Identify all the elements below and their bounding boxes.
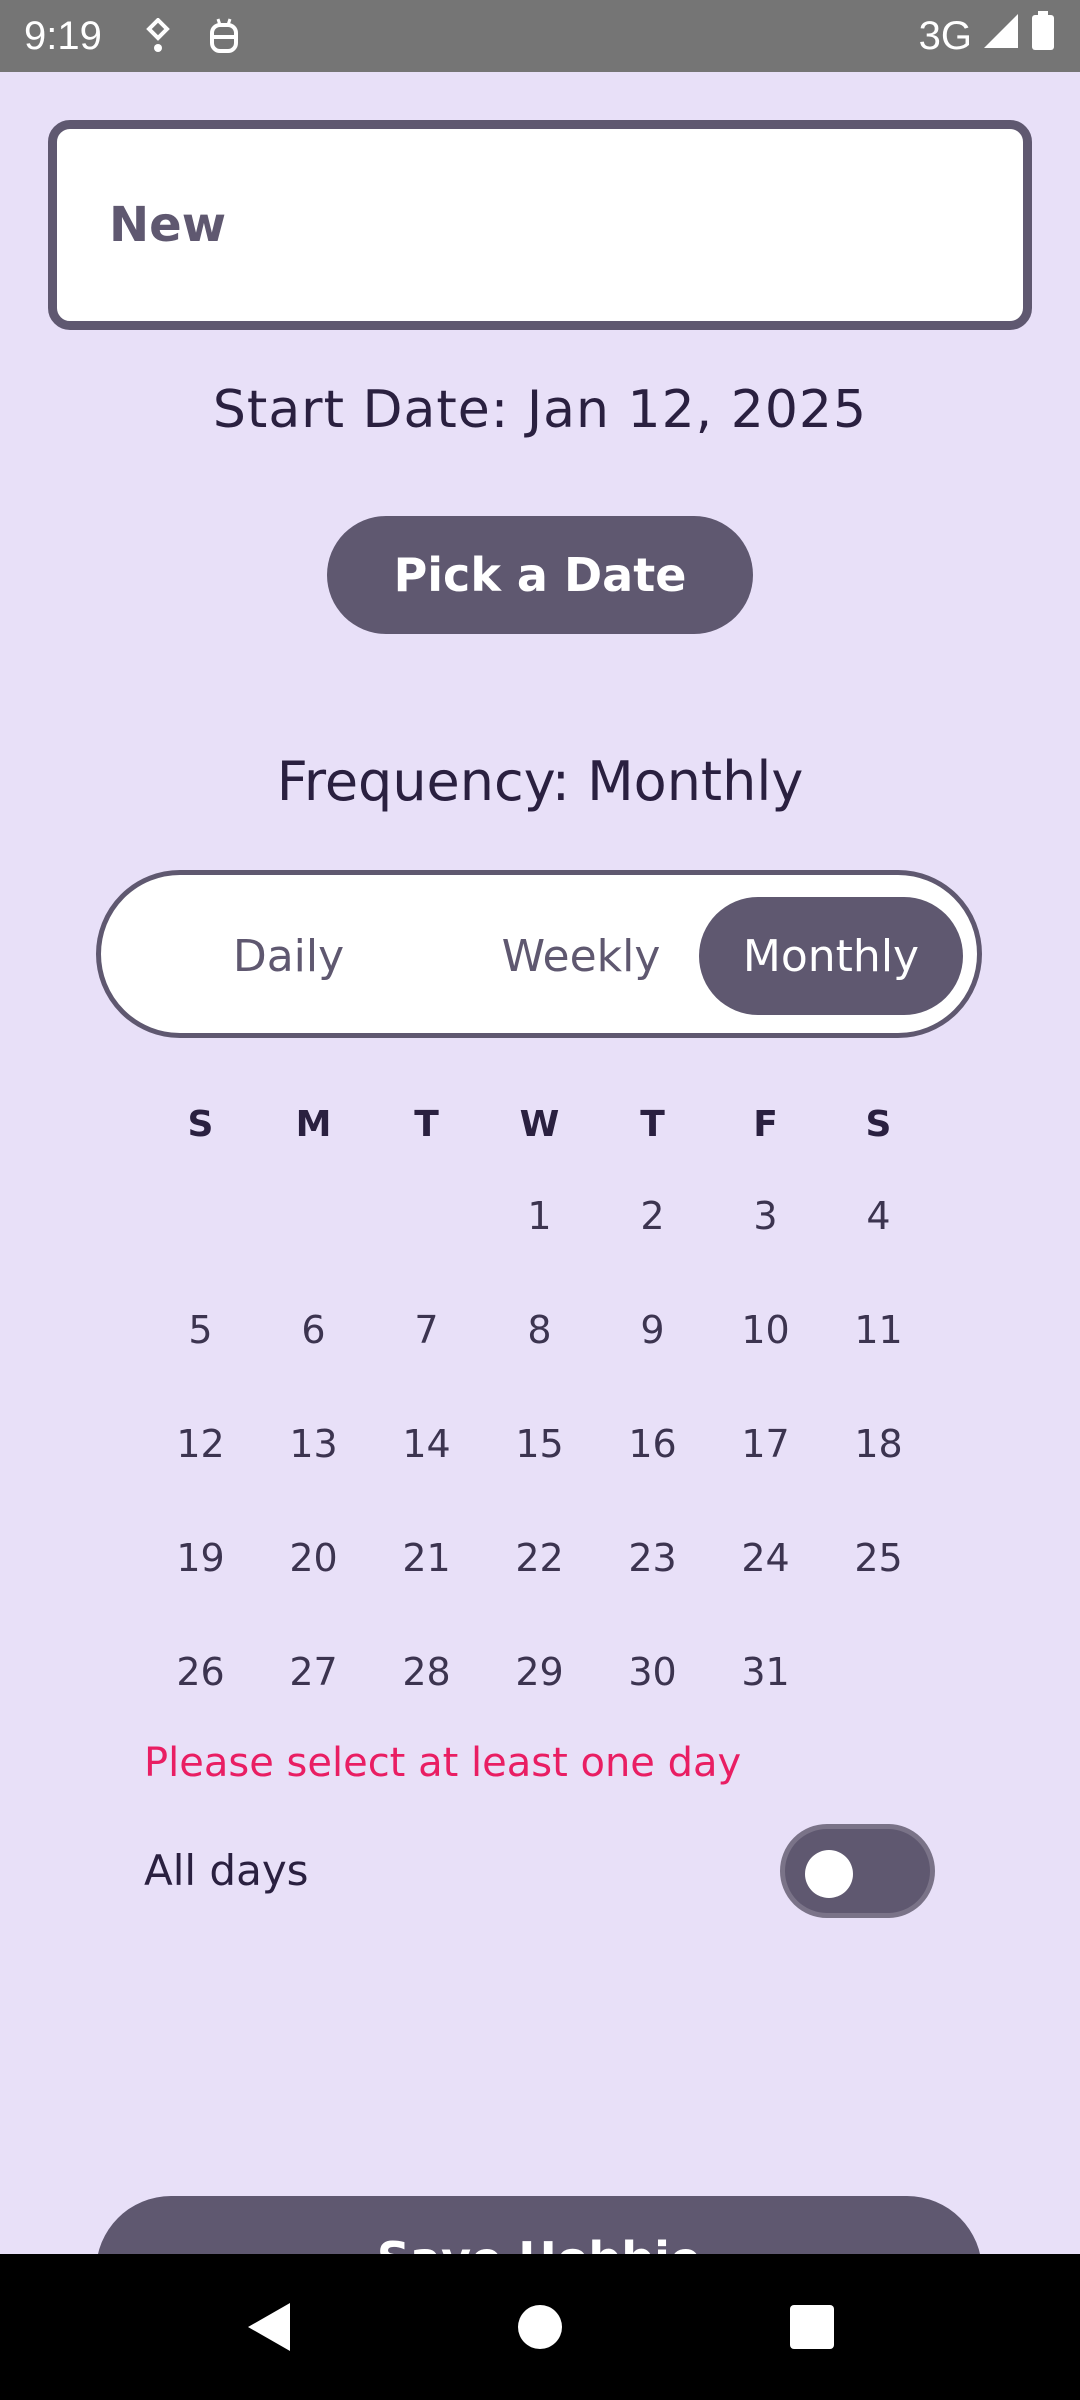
calendar-day[interactable]: 4 [822, 1176, 935, 1256]
calendar-day[interactable]: 29 [483, 1632, 596, 1712]
validation-error: Please select at least one day [144, 1740, 742, 1786]
calendar-day[interactable]: 10 [709, 1290, 822, 1370]
calendar-day[interactable]: 5 [144, 1290, 257, 1370]
status-bar: 9:19 3G [0, 0, 1080, 72]
calendar-day[interactable]: 17 [709, 1404, 822, 1484]
calendar-day[interactable]: 3 [709, 1176, 822, 1256]
weekday-label: S [187, 1103, 214, 1145]
calendar-day[interactable]: 12 [144, 1404, 257, 1484]
calendar-day[interactable]: 20 [257, 1518, 370, 1598]
status-right-group: 3G [919, 11, 1056, 61]
calendar-day[interactable]: 30 [596, 1632, 709, 1712]
calendar-week-3: 12 13 14 15 16 17 18 [144, 1404, 936, 1484]
calendar-day[interactable]: 11 [822, 1290, 935, 1370]
calendar-day[interactable]: 2 [596, 1176, 709, 1256]
recents-icon[interactable] [784, 2299, 840, 2355]
calendar-day[interactable]: 15 [483, 1404, 596, 1484]
calendar-day[interactable]: 18 [822, 1404, 935, 1484]
calendar-day[interactable]: 19 [144, 1518, 257, 1598]
signal-icon [982, 12, 1020, 60]
calendar-day[interactable]: 27 [257, 1632, 370, 1712]
calendar-day[interactable]: 8 [483, 1290, 596, 1370]
all-days-toggle[interactable] [780, 1824, 935, 1918]
location-pin-icon [138, 16, 178, 56]
calendar-day[interactable]: 14 [370, 1404, 483, 1484]
android-debug-icon [204, 16, 244, 56]
calendar-day[interactable]: 23 [596, 1518, 709, 1598]
start-date-label: Start Date: Jan 12, 2025 [212, 380, 868, 440]
frequency-label: Frequency: Monthly [276, 750, 804, 813]
calendar-week-5: 26 27 28 29 30 31 [144, 1632, 936, 1712]
calendar-day[interactable]: 22 [483, 1518, 596, 1598]
calendar-day[interactable]: 13 [257, 1404, 370, 1484]
calendar-day[interactable]: 16 [596, 1404, 709, 1484]
weekday-label: W [519, 1103, 560, 1145]
weekday-label: F [753, 1103, 778, 1145]
weekday-label: S [865, 1103, 892, 1145]
calendar-day[interactable]: 21 [370, 1518, 483, 1598]
calendar-weekday-header: S M T W T F S [144, 1084, 936, 1164]
system-navigation-bar [0, 2254, 1080, 2400]
calendar-day[interactable]: 9 [596, 1290, 709, 1370]
habit-name-input[interactable] [109, 197, 1023, 253]
calendar-day[interactable]: 31 [709, 1632, 822, 1712]
weekday-label: T [414, 1103, 439, 1145]
all-days-label: All days [144, 1846, 309, 1895]
calendar-day [370, 1176, 483, 1256]
home-icon[interactable] [512, 2299, 568, 2355]
calendar-day[interactable]: 26 [144, 1632, 257, 1712]
calendar-week-2: 5 6 7 8 9 10 11 [144, 1290, 936, 1370]
calendar-day [144, 1176, 257, 1256]
frequency-option-daily[interactable]: Daily [161, 897, 416, 1015]
network-type: 3G [918, 13, 972, 58]
habit-name-field[interactable] [48, 120, 1032, 330]
calendar-day[interactable]: 1 [483, 1176, 596, 1256]
calendar-day [257, 1176, 370, 1256]
status-time: 9:19 [24, 13, 102, 58]
calendar-day[interactable]: 24 [709, 1518, 822, 1598]
calendar-day[interactable]: 6 [257, 1290, 370, 1370]
toggle-knob [805, 1850, 853, 1898]
frequency-option-weekly[interactable]: Weekly [431, 897, 731, 1015]
calendar-day[interactable]: 28 [370, 1632, 483, 1712]
frequency-segmented-control: Daily Weekly Monthly [96, 870, 982, 1038]
calendar-week-4: 19 20 21 22 23 24 25 [144, 1518, 936, 1598]
calendar-week-1: 1 2 3 4 [144, 1176, 936, 1256]
calendar-day[interactable]: 7 [370, 1290, 483, 1370]
frequency-option-monthly[interactable]: Monthly [699, 897, 963, 1015]
weekday-label: T [640, 1103, 665, 1145]
calendar-day[interactable]: 25 [822, 1518, 935, 1598]
back-icon[interactable] [240, 2299, 296, 2355]
pick-date-button[interactable]: Pick a Date [327, 516, 753, 634]
calendar-day [822, 1632, 935, 1712]
weekday-label: M [295, 1103, 332, 1145]
battery-icon [1030, 11, 1056, 61]
